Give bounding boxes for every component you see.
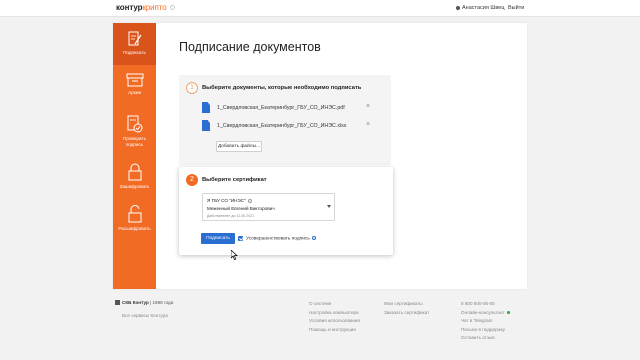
sidebar-item-sign[interactable]: Подписать (113, 23, 156, 65)
sign-document-icon (128, 31, 141, 46)
mouse-cursor-icon (231, 250, 238, 260)
footer-link[interactable]: Помощь и инструкции (309, 326, 360, 335)
online-status-icon (506, 310, 510, 314)
step-title: Выберите документы, которые необходимо п… (202, 85, 362, 91)
file-name: 1_Свердловская_Екатеринбург_ГБУ_СО_ИНЭС.… (217, 123, 347, 129)
certificate-owner: Меженный Евгений Викторович (207, 206, 275, 211)
sidebar-item-label: Подписать (123, 50, 146, 55)
main-panel: Подписать Архив Проверить подпись Зашифр… (113, 23, 527, 289)
enhance-signature-label: Усовершенствовать подпись (246, 236, 310, 242)
support-phone[interactable]: 8 800 500-05-08 (461, 300, 510, 309)
all-services-link[interactable]: Все сервисы Контура (122, 313, 168, 318)
file-name: 1_Свердловская_Екатеринбург_ГБУ_СО_ИНЭС.… (217, 105, 345, 111)
add-files-button[interactable]: Добавить файлы... (216, 141, 262, 152)
footer-link[interactable]: Условия использования (309, 317, 360, 326)
logout-link[interactable]: Выйти (508, 5, 524, 11)
sidebar-item-decrypt[interactable]: Расшифровать (113, 205, 156, 243)
page-title: Подписание документов (179, 40, 321, 54)
user-menu[interactable]: Анастасия Швец (456, 5, 504, 11)
step-select-documents: 1 Выберите документы, которые необходимо… (179, 75, 391, 165)
document-icon (202, 102, 210, 113)
certificate-validity: Действителен до 11.05.2021 (207, 214, 255, 218)
footer-link[interactable]: Чат в Telegram (461, 317, 510, 326)
sidebar: Подписать Архив Проверить подпись Зашифр… (113, 23, 156, 289)
logo[interactable]: контуркрипто (116, 3, 175, 12)
footer-column-support: 8 800 500-05-08 Онлайн-консультант Чат в… (461, 300, 510, 343)
certificate-org: Я ГБУ СО "ИНЭС" (207, 198, 246, 203)
sidebar-item-archive[interactable]: Архив (113, 73, 156, 109)
step-number: 2 (186, 174, 198, 186)
lock-icon (128, 163, 141, 181)
footer: СКБ Контур | 1988 года Все сервисы Конту… (0, 292, 640, 360)
sidebar-item-encrypt[interactable]: Зашифровать (113, 163, 156, 201)
footer-column-info: О системе Настройка компьютера Условия и… (309, 300, 360, 334)
footer-link[interactable]: Онлайн-консультант (461, 309, 510, 318)
top-bar: контуркрипто Анастасия Швец Выйти (0, 0, 640, 17)
info-icon[interactable] (247, 198, 252, 203)
step-select-certificate: 2 Выберите сертификат Я ГБУ СО "ИНЭС" Ме… (179, 167, 393, 260)
user-name: Анастасия Швец (462, 5, 505, 11)
enhance-signature-checkbox[interactable] (238, 236, 243, 241)
info-icon[interactable] (311, 236, 316, 240)
verify-signature-icon (127, 115, 142, 133)
footer-link[interactable]: Настройка компьютера (309, 309, 360, 318)
file-item: 1_Свердловская_Екатеринбург_ГБУ_СО_ИНЭС.… (202, 120, 382, 132)
step-number: 1 (186, 82, 198, 94)
chevron-down-icon (327, 205, 331, 208)
certificate-select[interactable]: Я ГБУ СО "ИНЭС" Меженный Евгений Викторо… (202, 193, 335, 221)
unlock-icon (128, 205, 141, 223)
sidebar-item-label: Зашифровать (119, 184, 150, 189)
footer-link[interactable]: Заказать сертификат (384, 309, 429, 318)
footer-link[interactable]: Мои сертификаты (384, 300, 429, 309)
user-icon (456, 5, 460, 10)
archive-icon (126, 73, 143, 87)
footer-brand: СКБ Контур | 1988 года (115, 300, 173, 306)
sidebar-item-verify[interactable]: Проверить подпись (113, 115, 156, 159)
footer-column-certificates: Мои сертификаты Заказать сертификат (384, 300, 429, 317)
footer-link[interactable]: О системе (309, 300, 360, 309)
sidebar-item-label: Проверить подпись (123, 136, 146, 147)
settings-icon[interactable] (169, 5, 175, 11)
remove-file-icon[interactable]: × (366, 121, 370, 128)
sidebar-item-label: Архив (128, 90, 141, 95)
sidebar-item-label: Расшифровать (118, 226, 151, 231)
kontur-logo-icon (115, 300, 120, 306)
step-title: Выберите сертификат (202, 177, 267, 183)
sign-button[interactable]: Подписать (201, 233, 235, 244)
footer-link[interactable]: Оставить отзыв (461, 334, 510, 343)
document-icon (202, 120, 210, 131)
file-item: 1_Свердловская_Екатеринбург_ГБУ_СО_ИНЭС.… (202, 102, 382, 114)
remove-file-icon[interactable]: × (366, 103, 370, 110)
footer-link[interactable]: Письмо в поддержку (461, 326, 510, 335)
